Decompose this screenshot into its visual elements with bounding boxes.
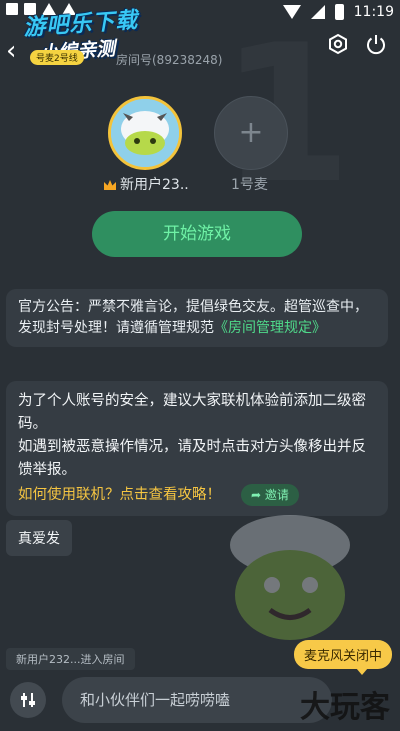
notification-icon <box>6 3 18 15</box>
back-button[interactable]: ‹ <box>6 36 16 66</box>
signal-icon <box>310 5 325 19</box>
tips-line1: 为了个人账号的安全，建议大家联机体验前添加二级密码。 <box>18 393 366 432</box>
bottom-bar: 大玩客 <box>0 672 400 731</box>
tips-line2: 如遇到被恶意操作情况，请及时点击对方头像移出并反馈举报。 <box>18 439 366 478</box>
sliders-icon <box>21 693 35 707</box>
avatar <box>111 99 179 167</box>
hexagon-settings-icon <box>329 33 347 55</box>
host-seat-name: 新用户23.. <box>104 174 189 194</box>
crown-icon <box>104 180 116 190</box>
room-number: 房间号(89238248) <box>116 53 223 67</box>
host-name-label: 新用户23.. <box>120 177 189 193</box>
mic-status-badge[interactable]: 麦克风关闭中 <box>293 640 392 675</box>
exit-button[interactable] <box>364 32 388 56</box>
start-game-button[interactable]: 开始游戏 <box>92 211 302 257</box>
mascot-icon <box>230 515 350 640</box>
seat-1-label: 1号麦 <box>231 177 268 193</box>
empty-seat-1[interactable]: + <box>214 96 288 170</box>
how-to-link[interactable]: 如何使用联机？点击查看攻略！ <box>18 487 221 503</box>
room-tag: 号麦2号线 <box>30 50 84 65</box>
battery-icon <box>334 4 344 20</box>
chat-message: 真爱发 <box>6 520 72 556</box>
mascot-illustration <box>210 500 360 660</box>
safety-tips: 为了个人账号的安全，建议大家联机体验前添加二级密码。 如遇到被恶意操作情况，请及… <box>6 381 388 516</box>
chat-input[interactable] <box>62 677 332 723</box>
power-icon <box>367 35 385 55</box>
settings-button[interactable] <box>326 32 350 56</box>
official-notice: 官方公告：严禁不雅言论，提倡绿色交友。超管巡查中，发现封号处理！请遵循管理规范《… <box>6 289 388 347</box>
clock: 11:19 <box>353 4 394 20</box>
wifi-icon <box>282 5 301 19</box>
system-message: 新用户232...进入房间 <box>6 648 135 670</box>
host-seat-avatar[interactable] <box>108 96 182 170</box>
brand-watermark: 大玩客 <box>300 690 390 725</box>
mic-settings-button[interactable] <box>10 682 46 718</box>
room-rules-link[interactable]: 《房间管理规定》 <box>214 320 326 336</box>
add-icon: + <box>238 115 264 150</box>
